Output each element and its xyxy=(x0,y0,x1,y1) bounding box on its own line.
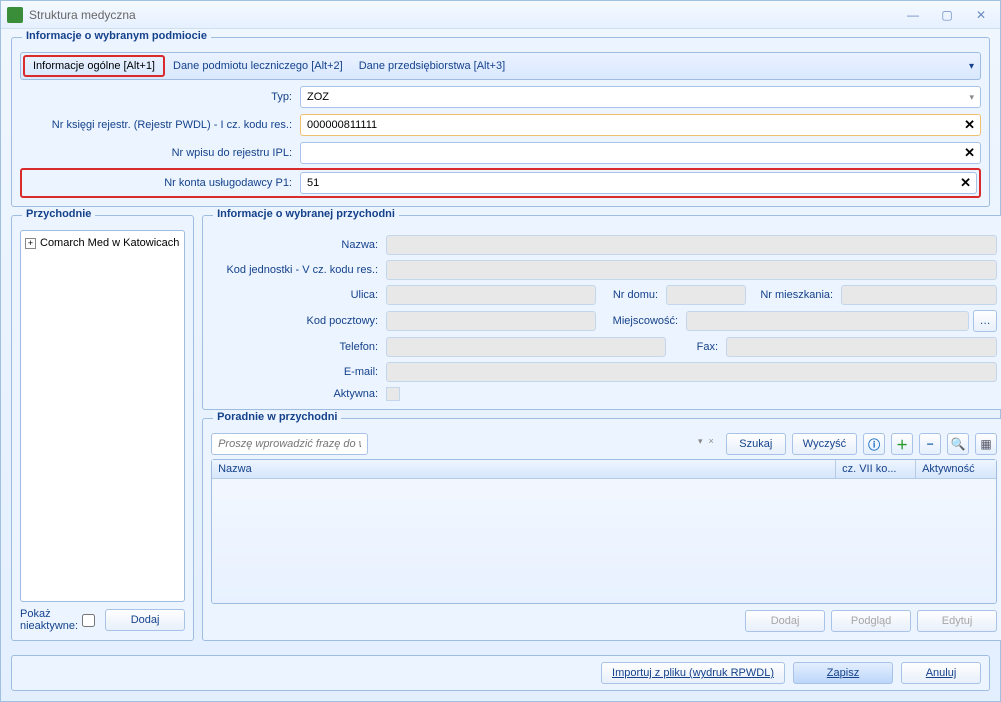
clear-icon[interactable]: ✕ xyxy=(964,117,975,133)
kodjedn-field xyxy=(386,260,997,280)
clear-button[interactable]: Wyczyść xyxy=(792,433,857,455)
tree-item-label: Comarch Med w Katowicach xyxy=(40,237,179,249)
clinics-tree[interactable]: + Comarch Med w Katowicach xyxy=(20,230,185,602)
miejsc-lookup-button[interactable]: … xyxy=(973,310,997,332)
tabs-row: Informacje ogólne [Alt+1] Dane podmiotu … xyxy=(20,52,981,80)
tab-przed[interactable]: Dane przedsiębiorstwa [Alt+3] xyxy=(351,57,513,75)
email-label: E-mail: xyxy=(211,366,386,378)
search-button[interactable]: Szukaj xyxy=(726,433,786,455)
clear-icon[interactable]: ✕ xyxy=(964,145,975,161)
nazwa-label: Nazwa: xyxy=(211,239,386,251)
import-button[interactable]: Importuj z pliku (wydruk RPWDL) xyxy=(601,662,785,684)
clinics-title: Przychodnie xyxy=(22,208,95,220)
miejsc-label: Miejscowość: xyxy=(596,315,686,327)
nrmieszk-field xyxy=(841,285,997,305)
save-button[interactable]: Zapisz xyxy=(793,662,893,684)
nrmieszk-label: Nr mieszkania: xyxy=(746,289,841,301)
bottom-panel: Importuj z pliku (wydruk RPWDL) Zapisz A… xyxy=(11,655,990,691)
wpis-label: Nr wpisu do rejestru IPL: xyxy=(20,147,300,159)
miejsc-field xyxy=(686,311,969,331)
typ-select[interactable]: ZOZ ▾ xyxy=(300,86,981,108)
add-icon[interactable]: ＋ xyxy=(891,433,913,455)
dropdown-arrow-icon[interactable]: ▾ xyxy=(696,436,705,447)
typ-value: ZOZ xyxy=(307,91,329,103)
col-nazwa[interactable]: Nazwa xyxy=(212,460,836,478)
dropdown-arrow-icon: ▾ xyxy=(969,92,974,103)
tab-lecz[interactable]: Dane podmiotu leczniczego [Alt+2] xyxy=(165,57,351,75)
clear-search-icon[interactable]: × xyxy=(707,436,716,447)
nrdomu-field xyxy=(666,285,746,305)
zoom-icon[interactable]: 🔍 xyxy=(947,433,969,455)
kodpoczt-label: Kod pocztowy: xyxy=(211,315,386,327)
aktywna-label: Aktywna: xyxy=(211,388,386,400)
maximize-icon[interactable]: ▢ xyxy=(934,7,960,23)
ulica-label: Ulica: xyxy=(211,289,386,301)
konto-input[interactable] xyxy=(300,172,977,194)
wpis-input[interactable] xyxy=(300,142,981,164)
clinics-group: Przychodnie + Comarch Med w Katowicach P… xyxy=(11,215,194,641)
info-icon[interactable]: ⓘ xyxy=(863,433,885,455)
grid-icon[interactable]: ▦ xyxy=(975,433,997,455)
titlebar: Struktura medyczna — ▢ ✕ xyxy=(1,1,1000,29)
window: Struktura medyczna — ▢ ✕ Informacje o wy… xyxy=(0,0,1001,702)
dept-preview-button[interactable]: Podgląd xyxy=(831,610,911,632)
close-icon[interactable]: ✕ xyxy=(968,7,994,23)
window-title: Struktura medyczna xyxy=(29,8,900,22)
clinic-info-title: Informacje o wybranej przychodni xyxy=(213,208,399,220)
tree-item[interactable]: + Comarch Med w Katowicach xyxy=(25,237,180,249)
telefon-label: Telefon: xyxy=(211,341,386,353)
clinic-depts-title: Poradnie w przychodni xyxy=(213,411,341,423)
fax-field xyxy=(726,337,997,357)
show-inactive-checkbox[interactable] xyxy=(82,614,95,627)
clear-icon[interactable]: ✕ xyxy=(960,175,971,191)
clinic-info-group: Informacje o wybranej przychodni Nazwa: … xyxy=(202,215,1001,410)
aktywna-checkbox xyxy=(386,387,400,401)
col-aktywnosc[interactable]: Aktywność xyxy=(916,460,996,478)
dept-add-button[interactable]: Dodaj xyxy=(745,610,825,632)
kodpoczt-field xyxy=(386,311,596,331)
ulica-field xyxy=(386,285,596,305)
minimize-icon[interactable]: — xyxy=(900,7,926,23)
kodjedn-label: Kod jednostki - V cz. kodu res.: xyxy=(211,264,386,276)
tab-general[interactable]: Informacje ogólne [Alt+1] xyxy=(23,55,165,77)
konto-label: Nr konta usługodawcy P1: xyxy=(24,177,300,189)
telefon-field xyxy=(386,337,666,357)
typ-label: Typ: xyxy=(20,91,300,103)
clinic-depts-group: Poradnie w przychodni ▾ × Szukaj Wyczyść… xyxy=(202,418,1001,641)
subject-info-title: Informacje o wybranym podmiocie xyxy=(22,30,211,42)
expand-icon[interactable]: + xyxy=(25,238,36,249)
nrdomu-label: Nr domu: xyxy=(596,289,666,301)
show-inactive-label: Pokaż nieaktywne: xyxy=(20,608,95,632)
col-cz7[interactable]: cz. VII ko... xyxy=(836,460,916,478)
ksiega-input[interactable] xyxy=(300,114,981,136)
fax-label: Fax: xyxy=(666,341,726,353)
app-icon xyxy=(7,7,23,23)
chevron-down-icon[interactable]: ▾ xyxy=(969,61,974,72)
ksiega-label: Nr księgi rejestr. (Rejestr PWDL) - I cz… xyxy=(20,119,300,131)
cancel-button[interactable]: Anuluj xyxy=(901,662,981,684)
depts-grid: Nazwa cz. VII ko... Aktywność xyxy=(211,459,997,604)
email-field xyxy=(386,362,997,382)
grid-body xyxy=(212,479,996,603)
nazwa-field xyxy=(386,235,997,255)
remove-icon[interactable]: − xyxy=(919,433,941,455)
subject-info-group: Informacje o wybranym podmiocie Informac… xyxy=(11,37,990,207)
add-clinic-button[interactable]: Dodaj xyxy=(105,609,185,631)
dept-edit-button[interactable]: Edytuj xyxy=(917,610,997,632)
search-input[interactable] xyxy=(211,433,368,455)
